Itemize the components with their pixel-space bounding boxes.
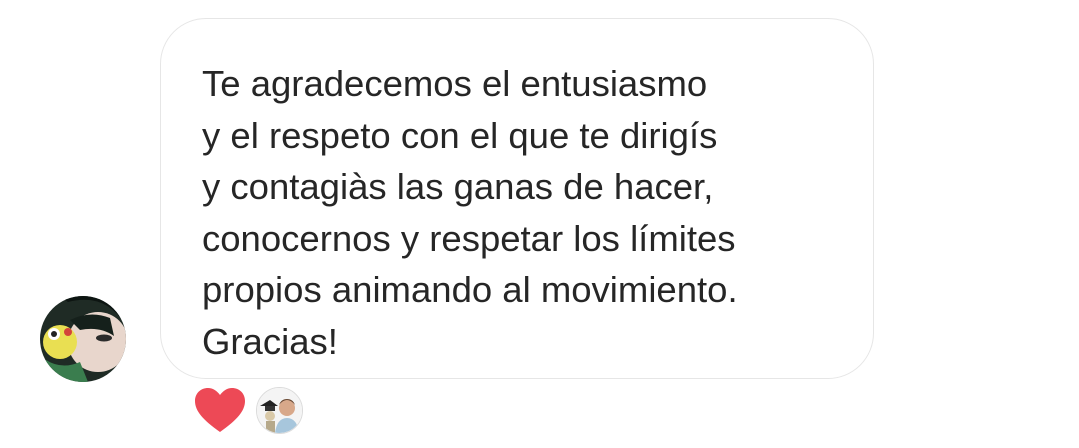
message-line: Gracias! (202, 320, 338, 362)
message-line: y contagiàs las ganas de hacer, (202, 166, 714, 208)
message-line: y el respeto con el que te dirigís (202, 114, 718, 156)
sender-avatar[interactable] (40, 296, 126, 382)
message-line: conocernos y respetar los límites (202, 217, 736, 259)
message-bubble[interactable]: Te agradecemos el entusiasmo y el respet… (160, 18, 874, 379)
reactor-profile-photo-icon (257, 387, 302, 433)
heart-icon (195, 388, 245, 432)
message-line: Te agradecemos el entusiasmo (202, 63, 708, 104)
message-text: Te agradecemos el entusiasmo y el respet… (202, 58, 738, 368)
message-reactions[interactable] (194, 384, 303, 436)
reactor-avatar[interactable] (256, 386, 303, 434)
profile-photo-icon (40, 296, 126, 382)
message-line: propios animando al movimiento. (202, 269, 738, 311)
